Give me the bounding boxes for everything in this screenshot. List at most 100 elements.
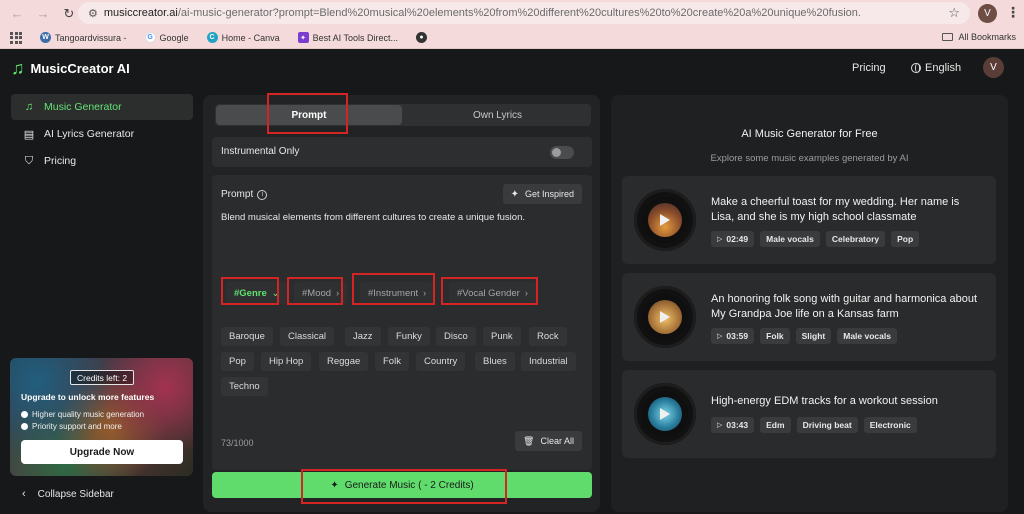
- sidebar-item-pricing[interactable]: ⛉ Pricing: [11, 148, 193, 174]
- chevron-right-icon: ›: [423, 288, 427, 298]
- reload-icon[interactable]: ↻: [58, 3, 80, 25]
- play-icon[interactable]: [660, 408, 670, 420]
- play-icon[interactable]: [660, 311, 670, 323]
- style-tag: Celebratory: [825, 231, 886, 247]
- tab-prompt[interactable]: Prompt: [216, 105, 402, 125]
- language-label: English: [925, 62, 962, 74]
- promo-title: Upgrade to unlock more features: [21, 392, 155, 402]
- genre-chip[interactable]: Blues: [475, 352, 515, 371]
- genre-chip[interactable]: Classical: [280, 327, 335, 346]
- bookmark-label: Google: [159, 32, 189, 43]
- play-icon[interactable]: [660, 214, 670, 226]
- play-outline-icon: ▷: [717, 236, 723, 243]
- sidebar-item-music-generator[interactable]: ♫ Music Generator: [11, 94, 193, 120]
- prompt-box: Prompt i ✦ Get Inspired Blend musical el…: [212, 175, 592, 470]
- sidebar-item-label: AI Lyrics Generator: [44, 128, 135, 140]
- site-info-icon[interactable]: ⚙: [88, 7, 98, 20]
- collapse-label: Collapse Sidebar: [37, 488, 114, 500]
- genre-chip[interactable]: Folk: [375, 352, 409, 371]
- all-bookmarks[interactable]: All Bookmarks: [942, 32, 1016, 42]
- chevron-right-icon: ›: [336, 288, 340, 298]
- globe-bookmark-icon: ●: [415, 32, 427, 43]
- tag-row: ▷ 03:43 Edm Driving beat Electronic: [711, 417, 923, 433]
- genre-chip[interactable]: Country: [416, 352, 466, 371]
- filter-label: #Vocal Gender: [457, 287, 520, 299]
- generate-label: Generate Music ( - 2 Credits): [344, 479, 474, 491]
- genre-chip[interactable]: Reggae: [319, 352, 369, 371]
- bookmark-item[interactable]: G Google: [144, 32, 189, 43]
- duration-tag: ▷ 02:49: [711, 231, 755, 247]
- sidebar-item-label: Pricing: [44, 155, 77, 167]
- genre-chip[interactable]: Jazz: [345, 327, 381, 346]
- duration-tag: ▷ 03:59: [711, 328, 755, 344]
- get-inspired-button[interactable]: ✦ Get Inspired: [502, 184, 582, 204]
- genre-chip[interactable]: Disco: [436, 327, 476, 346]
- upgrade-promo-card: Credits left: 2 Upgrade to unlock more f…: [10, 358, 193, 476]
- vinyl-disc[interactable]: [634, 383, 696, 445]
- bookmark-item[interactable]: C Home - Canva: [206, 32, 280, 43]
- duration-tag: ▷ 03:43: [711, 417, 755, 433]
- bookmark-item[interactable]: W Tangoardvissura -: [40, 32, 127, 43]
- duration-label: 03:43: [726, 420, 749, 430]
- genre-chip[interactable]: Industrial: [521, 352, 576, 371]
- examples-panel: AI Music Generator for Free Explore some…: [611, 95, 1008, 512]
- promo-feature-label: Higher quality music generation: [32, 410, 145, 419]
- bookmark-item[interactable]: ✦ Best AI Tools Direct...: [297, 32, 398, 43]
- clear-all-label: Clear All: [540, 436, 574, 446]
- style-tag: Folk: [760, 328, 790, 344]
- instrumental-label: Instrumental Only: [221, 146, 300, 157]
- example-card[interactable]: Make a cheerful toast for my wedding. He…: [622, 176, 996, 264]
- sidebar-item-ai-lyrics-generator[interactable]: ▤ AI Lyrics Generator: [11, 121, 193, 147]
- genre-chip[interactable]: Hip Hop: [261, 352, 312, 371]
- instrumental-row: Instrumental Only: [212, 137, 592, 167]
- promo-feature: Priority support and more: [21, 422, 122, 431]
- genre-chip[interactable]: Funky: [388, 327, 430, 346]
- chevron-left-icon: ‹: [22, 488, 26, 500]
- genre-chip[interactable]: Pop: [221, 352, 254, 371]
- browser-menu-icon[interactable]: ⋮: [1006, 4, 1020, 21]
- vinyl-disc[interactable]: [634, 286, 696, 348]
- style-tag: Male vocals: [760, 231, 820, 247]
- example-card[interactable]: High-energy EDM tracks for a workout ses…: [622, 370, 996, 458]
- duration-label: 02:49: [726, 234, 749, 244]
- collapse-sidebar-button[interactable]: ‹ Collapse Sidebar: [22, 488, 114, 500]
- instrumental-toggle[interactable]: [550, 146, 574, 159]
- generate-music-button[interactable]: ✦ Generate Music ( - 2 Credits): [212, 472, 592, 498]
- browser-profile-avatar[interactable]: V: [978, 4, 997, 23]
- genre-chip[interactable]: Punk: [483, 327, 521, 346]
- bookmark-star-icon[interactable]: ☆: [948, 5, 960, 21]
- example-card[interactable]: An honoring folk song with guitar and ha…: [622, 273, 996, 361]
- bookmark-label: Tangoardvissura -: [55, 32, 127, 43]
- avatar[interactable]: V: [983, 57, 1004, 78]
- app-name: MusicCreator AI: [30, 60, 130, 76]
- promo-feature: Higher quality music generation: [21, 410, 144, 419]
- prompt-textarea[interactable]: Blend musical elements from different cu…: [221, 212, 581, 223]
- filter-vocal-gender[interactable]: #Vocal Gender ›: [449, 282, 536, 304]
- back-icon[interactable]: ←: [6, 3, 28, 25]
- language-selector[interactable]: English: [911, 62, 961, 74]
- clear-all-button[interactable]: 🗑 Clear All: [515, 431, 582, 451]
- music-note-icon: ♫: [24, 101, 34, 113]
- tab-own-lyrics[interactable]: Own Lyrics: [405, 105, 590, 125]
- all-bookmarks-label: All Bookmarks: [958, 32, 1016, 42]
- genre-chip[interactable]: Rock: [529, 327, 567, 346]
- address-bar[interactable]: ⚙ musiccreator.ai/ai-music-generator?pro…: [78, 2, 970, 24]
- apps-grid-icon[interactable]: [10, 31, 22, 44]
- genre-chip[interactable]: Techno: [221, 377, 268, 396]
- filter-label: #Instrument: [368, 287, 419, 299]
- play-outline-icon: ▷: [717, 422, 723, 429]
- canva-icon: C: [206, 32, 218, 43]
- info-icon[interactable]: i: [257, 189, 268, 200]
- bookmark-item[interactable]: ●: [415, 32, 431, 43]
- forward-icon[interactable]: →: [32, 3, 54, 25]
- logo[interactable]: ♫ MusicCreator AI: [11, 59, 130, 77]
- genre-chip[interactable]: Baroque: [221, 327, 273, 346]
- vinyl-disc[interactable]: [634, 189, 696, 251]
- filter-genre[interactable]: #Genre ⌄: [226, 282, 288, 304]
- folder-icon: [942, 33, 954, 41]
- upgrade-now-button[interactable]: Upgrade Now: [21, 440, 183, 464]
- app-root: ♫ MusicCreator AI Pricing English V ♫ Mu…: [0, 50, 1024, 514]
- filter-mood[interactable]: #Mood ›: [294, 282, 348, 304]
- header-pricing-link[interactable]: Pricing: [852, 62, 886, 74]
- filter-instrument[interactable]: #Instrument ›: [360, 282, 435, 304]
